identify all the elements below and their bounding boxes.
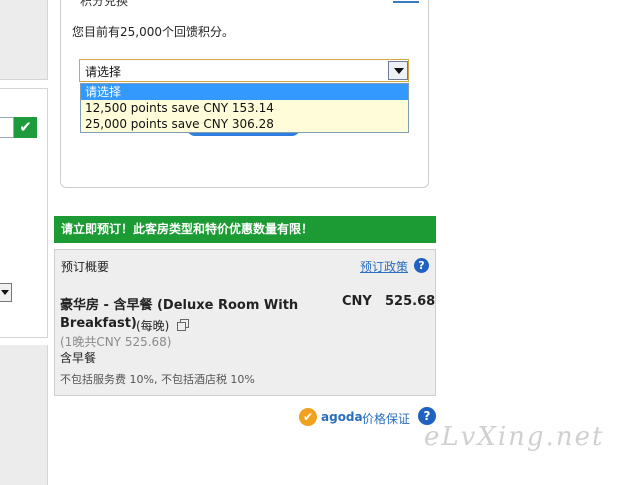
- left-select[interactable]: [0, 283, 12, 302]
- promo-banner: 请立即预订！此客房类型和特价优惠数量有限！: [54, 216, 436, 243]
- room-name: 豪华房 - 含早餐 (Deluxe Room With: [60, 298, 299, 313]
- current-points-text: 您目前有25,000个回馈积分。: [72, 25, 234, 39]
- left-panel-top: [0, 0, 48, 80]
- dropdown-option[interactable]: 25,000 points save CNY 306.28: [81, 116, 408, 132]
- guarantee-brand[interactable]: agoda: [321, 410, 363, 424]
- dropdown-option[interactable]: 12,500 points save CNY 153.14: [81, 100, 408, 116]
- guarantee-text[interactable]: 价格保证: [362, 410, 410, 427]
- left-text-input[interactable]: [0, 117, 14, 138]
- per-night-label: (每晚): [136, 319, 170, 333]
- price-currency: CNY: [342, 294, 372, 309]
- tax-note: 不包括服务费 10%, 不包括酒店税 10%: [60, 373, 255, 386]
- left-panel-bottom: [0, 345, 48, 485]
- breakfast-label: 含早餐: [60, 351, 97, 365]
- booking-policy-link[interactable]: 预订政策: [360, 258, 408, 275]
- points-select[interactable]: [79, 59, 409, 82]
- watermark: eLvXing.net: [424, 422, 605, 452]
- points-dropdown-list: 请选择 12,500 points save CNY 153.14 25,000…: [80, 83, 409, 133]
- chevron-down-icon: [394, 68, 404, 74]
- check-icon: ✔: [14, 117, 37, 138]
- total-price-line: (1晚共CNY 525.68): [60, 335, 172, 349]
- help-icon[interactable]: ?: [414, 258, 429, 273]
- summary-title: 预订概要: [61, 260, 110, 274]
- room-name-continued: Breakfast): [60, 316, 137, 331]
- copy-icon[interactable]: [177, 319, 189, 331]
- points-select-value: 请选择: [85, 65, 122, 79]
- points-panel-link[interactable]: [393, 0, 419, 3]
- dropdown-arrow-button[interactable]: [388, 61, 408, 80]
- check-badge-icon: ✔: [299, 408, 317, 426]
- chevron-down-icon: [1, 290, 9, 295]
- dropdown-option[interactable]: 请选择: [81, 84, 408, 100]
- price-amount: 525.68: [385, 294, 436, 309]
- points-panel-title: 积分兑换: [80, 0, 129, 8]
